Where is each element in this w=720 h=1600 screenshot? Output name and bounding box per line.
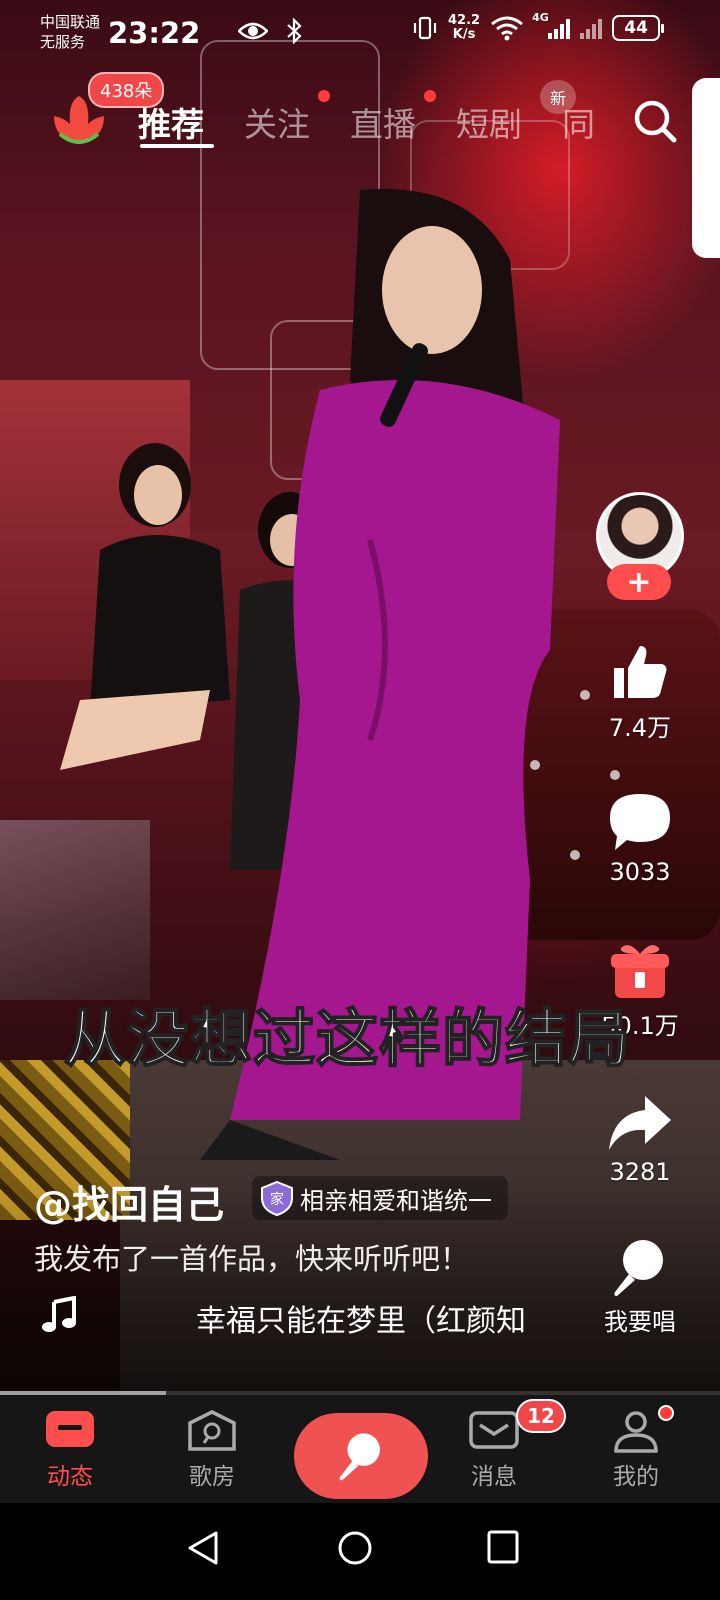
share-button[interactable]: 3281	[588, 1092, 692, 1186]
back-icon[interactable]	[186, 1529, 220, 1567]
nav-profile-label: 我的	[613, 1464, 659, 1490]
nav-song-room[interactable]: 歌房	[162, 1409, 262, 1491]
app-screen: 中国联通 无服务 23:22 42.2 K/s 4G 44 438朵 推荐 关注…	[0, 0, 720, 1600]
tab-same-city[interactable]: 同	[562, 98, 598, 146]
network-speed-value: 42.2	[448, 13, 481, 28]
search-icon[interactable]	[632, 98, 678, 144]
shield-badge-icon: 家	[261, 1180, 293, 1216]
comment-button[interactable]: 3033	[588, 790, 692, 886]
live-notification-dot	[424, 90, 436, 102]
vibrate-icon	[413, 16, 437, 40]
nav-feed[interactable]: 动态	[20, 1409, 120, 1491]
nav-song-room-label: 歌房	[189, 1464, 235, 1490]
music-note-icon	[42, 1296, 76, 1332]
microphone-icon	[614, 1240, 663, 1296]
nav-feed-label: 动态	[47, 1464, 93, 1490]
feed-icon	[46, 1411, 94, 1447]
side-panel-handle[interactable]	[692, 78, 720, 258]
battery-level: 44	[624, 18, 648, 38]
group-name: 相亲相爱和谐统一	[300, 1186, 492, 1215]
song-title-marquee[interactable]: 幸福只能在梦里（红颜知	[196, 1296, 576, 1340]
carrier-name: 中国联通	[40, 13, 101, 31]
record-song-button[interactable]	[294, 1413, 428, 1499]
share-count: 3281	[609, 1158, 671, 1186]
nav-profile[interactable]: 我的	[586, 1409, 686, 1491]
signal-bars-no-service-icon	[580, 17, 603, 39]
home-icon[interactable]	[336, 1529, 374, 1567]
tab-following[interactable]: 关注	[244, 98, 310, 146]
system-navigation-bar	[0, 1503, 720, 1600]
recent-apps-icon[interactable]	[486, 1529, 520, 1565]
comment-icon	[610, 794, 670, 850]
network-type: 4G	[532, 11, 549, 24]
cellular-signal: 4G	[532, 11, 571, 39]
carrier-service: 无服务	[40, 33, 86, 51]
network-speed-unit: K/s	[452, 27, 476, 42]
eye-icon	[238, 22, 268, 40]
active-tab-indicator	[140, 144, 214, 148]
following-notification-dot	[318, 90, 330, 102]
battery-indicator: 44	[612, 15, 665, 41]
video-description: 我发布了一首作品，快来听听吧！	[34, 1242, 470, 1276]
video-subtitle: 从没想过这样的结局	[63, 1001, 632, 1076]
tab-recommend[interactable]: 推荐	[138, 98, 204, 146]
profile-notification-dot	[658, 1405, 674, 1421]
clock: 23:22	[108, 16, 201, 50]
microphone-icon	[339, 1433, 380, 1481]
shield-badge-text: 家	[270, 1191, 284, 1208]
sing-button[interactable]: 我要唱	[588, 1236, 692, 1337]
signal-bars-icon	[548, 17, 571, 39]
author-name[interactable]: @找回自己	[34, 1174, 224, 1229]
status-bar: 中国联通 无服务 23:22 42.2 K/s 4G 44	[0, 0, 720, 66]
share-icon	[609, 1096, 671, 1150]
tab-short-drama[interactable]: 短剧	[456, 98, 522, 146]
bottom-nav-bar: 动态 歌房 消息 12 我的	[0, 1395, 720, 1503]
thumbs-up-icon	[614, 646, 667, 698]
top-tab-bar: 438朵 推荐 关注 直播 短剧 新 同	[0, 70, 720, 160]
message-icon	[469, 1411, 519, 1449]
song-room-icon	[188, 1410, 236, 1451]
comment-count: 3033	[609, 858, 671, 886]
status-icons-left	[238, 18, 308, 44]
tab-live[interactable]: 直播	[350, 98, 416, 146]
glass-table	[0, 820, 150, 1000]
family-group-tag[interactable]: 家 相亲相爱和谐统一	[252, 1176, 508, 1220]
like-button[interactable]: 7.4万	[588, 640, 692, 743]
carrier-info: 中国联通 无服务	[40, 12, 100, 52]
profile-icon	[614, 1411, 658, 1453]
network-speed: 42.2 K/s	[448, 14, 480, 42]
bluetooth-icon	[287, 18, 302, 44]
follow-button[interactable]: +	[607, 564, 671, 600]
sing-label: 我要唱	[604, 1308, 676, 1336]
like-count: 7.4万	[608, 714, 672, 742]
wifi-icon	[491, 16, 524, 41]
nav-messages-label: 消息	[471, 1464, 517, 1490]
message-count-badge: 12	[516, 1399, 566, 1433]
status-icons-right: 42.2 K/s 4G 44	[412, 11, 665, 42]
